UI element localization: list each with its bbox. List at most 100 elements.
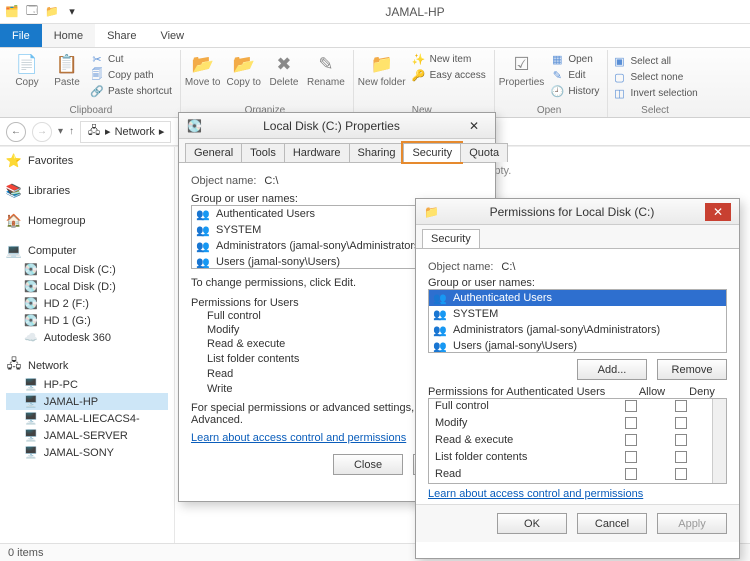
allow-checkbox[interactable] — [625, 400, 637, 412]
deny-checkbox[interactable] — [675, 400, 687, 412]
title-bar: 🗂️ 🗔 📁 ▾ JAMAL-HP — [0, 0, 750, 24]
objectname-value: C:\ — [501, 261, 515, 273]
up-button[interactable]: ↑ — [69, 126, 74, 137]
host-item[interactable]: 🖥️JAMAL-SONY — [6, 444, 168, 461]
copypath-button[interactable]: 🗐Copy path — [90, 68, 172, 82]
favorites-node[interactable]: ⭐Favorites — [6, 151, 168, 171]
deny-checkbox[interactable] — [675, 434, 687, 446]
groups-listbox[interactable]: 👥Authenticated Users 👥SYSTEM 👥Administra… — [428, 289, 727, 353]
qat-newfolder-icon[interactable]: 📁 — [44, 4, 60, 20]
deny-checkbox[interactable] — [675, 451, 687, 463]
selectnone-button[interactable]: ▢Select none — [612, 70, 697, 84]
disk-icon: 💽 — [187, 119, 202, 133]
breadcrumb-network[interactable]: Network — [115, 126, 155, 138]
qat-props-icon[interactable]: 🗔 — [24, 4, 40, 20]
drive-item[interactable]: 💽Local Disk (C:) — [6, 261, 168, 278]
rename-button[interactable]: ✎Rename — [307, 52, 345, 88]
ok-button[interactable]: OK — [497, 513, 567, 534]
delete-button[interactable]: ✖Delete — [267, 52, 301, 88]
tab-security[interactable]: Security — [422, 229, 480, 248]
copypath-icon: 🗐 — [90, 68, 104, 82]
open-button[interactable]: ▦Open — [550, 52, 599, 66]
copy-button[interactable]: 📄Copy — [10, 52, 44, 98]
invert-icon: ◫ — [612, 86, 626, 100]
homegroup-node[interactable]: 🏠Homegroup — [6, 211, 168, 231]
breadcrumb[interactable]: 🖧 ▸ Network ▸ — [80, 121, 171, 143]
invertselection-button[interactable]: ◫Invert selection — [612, 86, 697, 100]
moveto-button[interactable]: 📂Move to — [185, 52, 221, 88]
scrollbar[interactable] — [712, 399, 726, 483]
users-icon: 👥 — [196, 207, 210, 221]
tab-quota[interactable]: Quota — [460, 143, 508, 162]
permissions-dialog: 📁 Permissions for Local Disk (C:) ✕ Secu… — [415, 198, 740, 559]
paste-button[interactable]: 📋Paste — [50, 52, 84, 98]
tab-file[interactable]: File — [0, 24, 42, 47]
host-item[interactable]: 🖥️JAMAL-SERVER — [6, 427, 168, 444]
close-icon[interactable]: ✕ — [461, 117, 487, 135]
users-icon: 👥 — [196, 239, 210, 253]
cut-icon: ✂ — [90, 52, 104, 66]
tab-hardware[interactable]: Hardware — [284, 143, 350, 162]
tab-tools[interactable]: Tools — [241, 143, 285, 162]
tabs: General Tools Hardware Sharing Security … — [179, 139, 495, 163]
tab-share[interactable]: Share — [95, 24, 148, 47]
dialog-title-bar[interactable]: 📁 Permissions for Local Disk (C:) ✕ — [416, 199, 739, 225]
close-icon[interactable]: ✕ — [705, 203, 731, 221]
close-button[interactable]: Close — [333, 454, 403, 475]
add-button[interactable]: Add... — [577, 359, 647, 380]
easyaccess-button[interactable]: 🔑Easy access — [412, 68, 486, 82]
drive-item[interactable]: ☁️Autodesk 360 — [6, 329, 168, 346]
copyto-button[interactable]: 📂Copy to — [227, 52, 261, 88]
learn-link[interactable]: Learn about access control and permissio… — [191, 432, 406, 444]
network-node[interactable]: 🖧Network — [6, 356, 168, 376]
pasteshortcut-button[interactable]: 🔗Paste shortcut — [90, 84, 172, 98]
remove-button[interactable]: Remove — [657, 359, 727, 380]
drive-item[interactable]: 💽Local Disk (D:) — [6, 278, 168, 295]
back-button[interactable]: ← — [6, 122, 26, 142]
drive-item[interactable]: 💽HD 1 (G:) — [6, 312, 168, 329]
edit-button[interactable]: ✎Edit — [550, 68, 599, 82]
host-item[interactable]: 🖥️JAMAL-LIECACS4- — [6, 410, 168, 427]
deny-checkbox[interactable] — [675, 417, 687, 429]
allow-checkbox[interactable] — [625, 468, 637, 480]
tab-sharing[interactable]: Sharing — [349, 143, 405, 162]
list-item[interactable]: 👥SYSTEM — [429, 306, 726, 322]
list-item[interactable]: 👥Authenticated Users — [429, 290, 726, 306]
dialog-body: Object name: C:\ Group or user names: 👥A… — [416, 249, 739, 504]
users-icon: 👥 — [196, 223, 210, 237]
cancel-button[interactable]: Cancel — [577, 513, 647, 534]
cut-button[interactable]: ✂Cut — [90, 52, 172, 66]
forward-button[interactable]: → — [32, 122, 52, 142]
tab-home[interactable]: Home — [42, 24, 95, 47]
drive-item[interactable]: 💽HD 2 (F:) — [6, 295, 168, 312]
newitem-button[interactable]: ✨New item — [412, 52, 486, 66]
learn-link[interactable]: Learn about access control and permissio… — [428, 488, 643, 500]
tab-general[interactable]: General — [185, 143, 242, 162]
recent-dropdown[interactable]: ▾ — [58, 126, 63, 137]
allow-checkbox[interactable] — [625, 451, 637, 463]
libraries-node[interactable]: 📚Libraries — [6, 181, 168, 201]
allow-column-header: Allow — [627, 386, 677, 398]
navigation-pane[interactable]: ⭐Favorites 📚Libraries 🏠Homegroup 💻Comput… — [0, 147, 175, 543]
dialog-title-bar[interactable]: 💽 Local Disk (C:) Properties ✕ — [179, 113, 495, 139]
tab-view[interactable]: View — [148, 24, 196, 47]
deny-column-header: Deny — [677, 386, 727, 398]
allow-checkbox[interactable] — [625, 434, 637, 446]
tab-security[interactable]: Security — [403, 143, 461, 162]
newfolder-button[interactable]: 📁New folder — [358, 52, 406, 88]
network-icon: 🖧 — [87, 125, 101, 139]
host-item[interactable]: 🖥️JAMAL-HP — [6, 393, 168, 410]
deny-checkbox[interactable] — [675, 468, 687, 480]
qat-dropdown-icon[interactable]: ▾ — [64, 4, 80, 20]
pc-icon: 🖥️ — [24, 446, 38, 459]
allow-checkbox[interactable] — [625, 417, 637, 429]
list-item[interactable]: 👥Users (jamal-sony\Users) — [429, 338, 726, 353]
properties-button[interactable]: ☑Properties — [499, 52, 545, 98]
host-item[interactable]: 🖥️HP-PC — [6, 376, 168, 393]
list-item[interactable]: 👥Administrators (jamal-sony\Administrato… — [429, 322, 726, 338]
computer-node[interactable]: 💻Computer — [6, 241, 168, 261]
history-button[interactable]: 🕘History — [550, 84, 599, 98]
selectall-button[interactable]: ▣Select all — [612, 54, 697, 68]
apply-button[interactable]: Apply — [657, 513, 727, 534]
perm-for-label: Permissions for Authenticated Users — [428, 386, 627, 398]
